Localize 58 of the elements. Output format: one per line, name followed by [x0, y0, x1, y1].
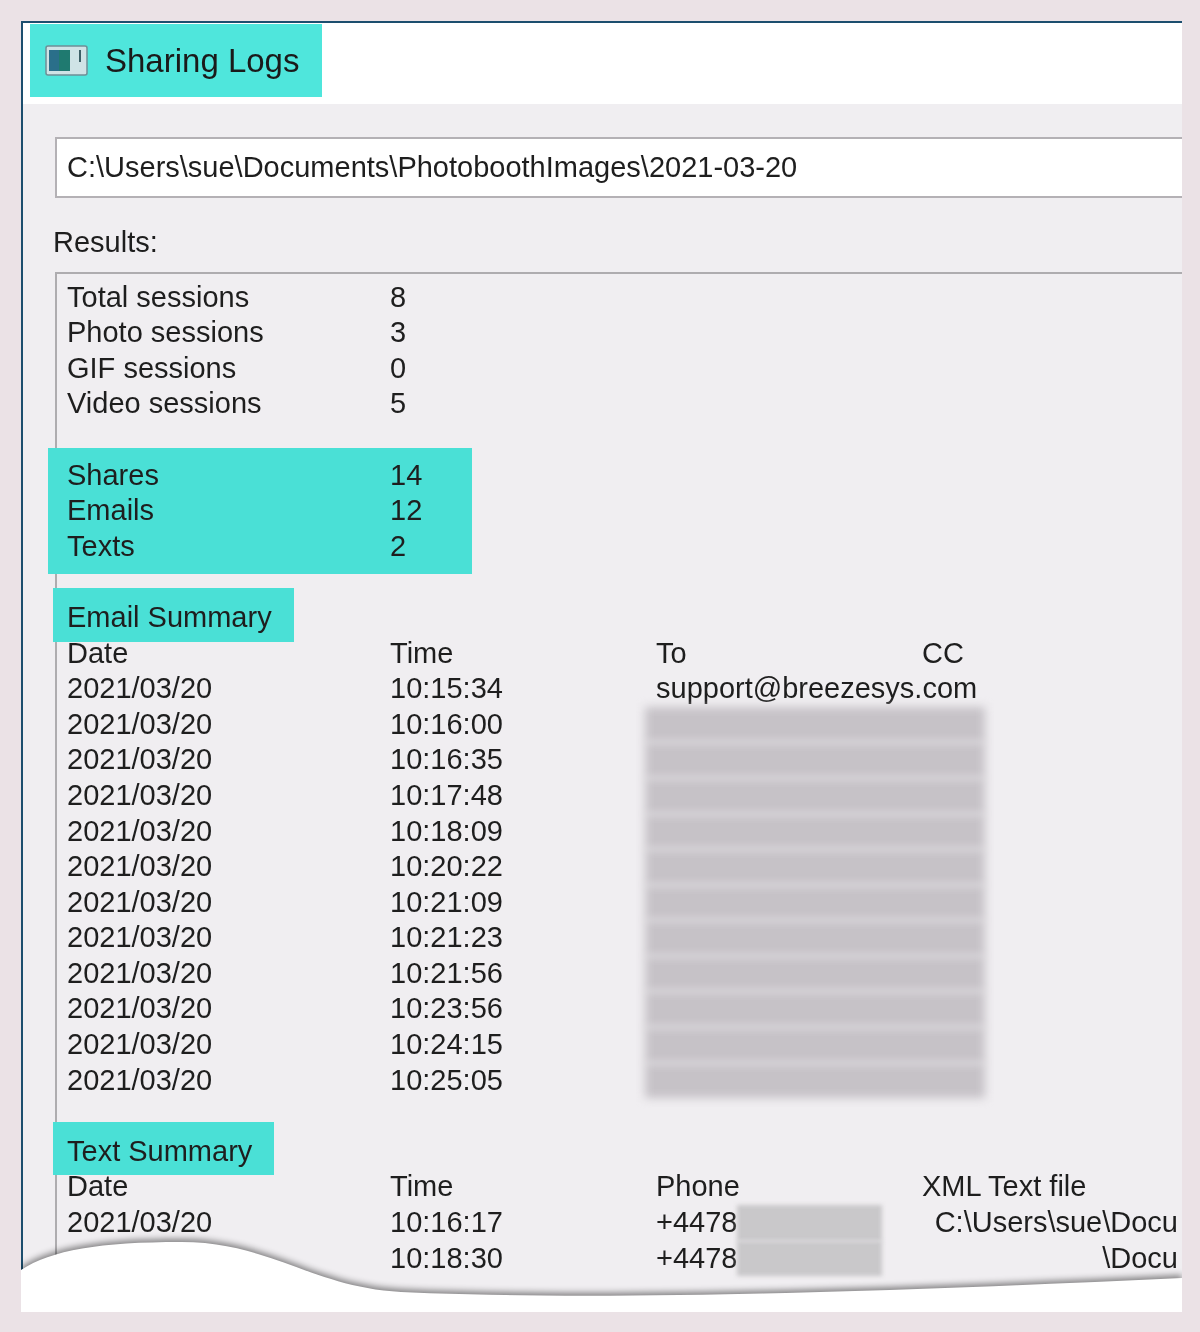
section-title: Email Summary — [53, 587, 294, 642]
window-title: Sharing Logs — [105, 40, 300, 81]
table-cell-text: 10:18:30 — [390, 1240, 503, 1276]
table-cell: support@breezesys.com — [656, 671, 978, 707]
table-cell: 2021/03/20 — [67, 1205, 213, 1241]
stat-label: Video sessions — [67, 386, 262, 422]
table-cell-text: 10:16:00 — [390, 706, 503, 742]
column-header: Phone — [656, 1169, 740, 1205]
path-field[interactable]: C:\Users\sue\Documents\PhotoboothImages\2021-03-20 — [55, 137, 1182, 198]
table-cell: 2021/03/20 — [67, 671, 213, 707]
table-cell-text: 2021/03/20 — [67, 777, 213, 813]
table-cell-text: 10:17:48 — [390, 777, 503, 813]
column-header: CC — [922, 635, 964, 671]
table-cell: 10:16:17 — [390, 1205, 503, 1241]
stat-value: 14 — [390, 457, 423, 493]
table-cell: 10:15:34 — [390, 671, 503, 707]
table-cell-text: 10:21:56 — [390, 955, 503, 991]
table-cell-text: 2021/03/20 — [67, 813, 213, 849]
column-header: Time — [390, 1169, 454, 1205]
table-cell-text: 10:18:09 — [390, 813, 503, 849]
table-cell-text: 2021/03/20 — [67, 991, 213, 1027]
stat-label: Shares — [67, 457, 159, 493]
table-cell: 10:21:23 — [390, 920, 503, 956]
stat-value: 12 — [390, 493, 423, 529]
column-header: To — [656, 635, 687, 671]
column-header: Time — [390, 635, 454, 671]
table-cell: 10:24:15 — [390, 1027, 503, 1063]
stat-label: Photo sessions — [67, 315, 264, 351]
table-cell-text: 2021/03/20 — [67, 955, 213, 991]
stat-value: 3 — [390, 315, 407, 351]
stat-value: 8 — [390, 279, 407, 315]
table-cell-text: 2021/03/20 — [67, 884, 213, 920]
table-cell-text: 10:25:05 — [390, 1062, 503, 1098]
table-cell: 10:20:22 — [390, 849, 503, 885]
table-cell: 10:16:35 — [390, 742, 503, 778]
table-cell: 2021/03/20 — [67, 849, 213, 885]
table-cell: C:\Users\sue\Docu — [934, 1205, 1178, 1241]
table-cell: +4478 — [656, 1205, 738, 1241]
stat-value: 0 — [390, 350, 407, 386]
table-cell-text: 2021/03/20 — [67, 1062, 213, 1098]
table-cell-text: 10:23:56 — [390, 991, 503, 1027]
stat-value: 2 — [390, 528, 407, 564]
stat-value: 5 — [390, 386, 407, 422]
table-cell-text: 2021/03/20 — [67, 706, 213, 742]
results-label: Results: — [53, 225, 158, 260]
table-cell-text: 10:21:09 — [390, 884, 503, 920]
stat-label: GIF sessions — [67, 350, 237, 386]
stat-label: Texts — [67, 528, 135, 564]
stat-label: Total sessions — [67, 279, 250, 315]
table-cell: 2021/03/20 — [67, 1027, 213, 1063]
stat-label: Emails — [67, 493, 154, 529]
column-header: XML Text file — [922, 1169, 1087, 1205]
table-cell: 2021/03/20 — [67, 920, 213, 956]
window-icon — [45, 45, 88, 76]
table-cell: 2021/03/20 — [67, 742, 213, 778]
table-cell-text: +4478 — [656, 1240, 738, 1276]
section-title: Text Summary — [53, 1121, 275, 1176]
table-cell-text: \Docu — [1102, 1240, 1178, 1276]
